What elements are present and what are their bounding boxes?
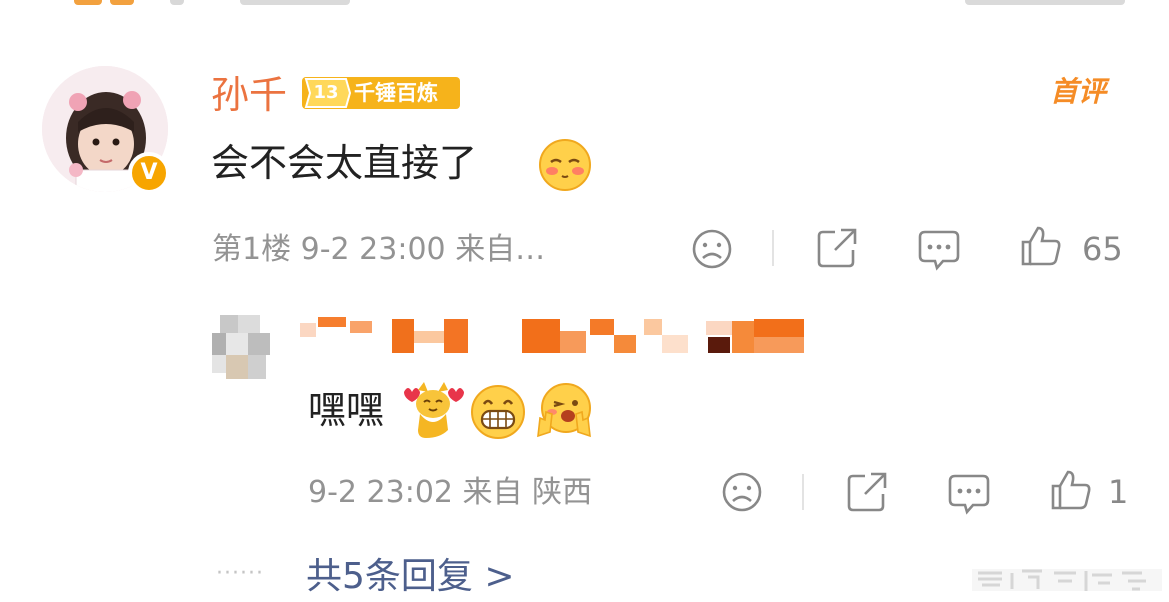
more-dots: ······ [216,561,264,586]
sad-face-icon[interactable] [690,227,734,271]
comment-meta: 第1楼 9-2 23:00 来自… [212,230,545,270]
level-title: 千锤百炼 [354,81,438,105]
comment-icon[interactable] [917,228,961,272]
reply-time: 9-2 23:02 [308,475,453,510]
reply-meta: 9-2 23:02 来自 陕西 [308,473,592,513]
comment-icon[interactable] [947,472,991,516]
sad-face-icon[interactable] [720,470,764,514]
share-icon[interactable] [815,226,859,270]
username[interactable]: 孙千 [211,72,287,118]
watermark [972,569,1162,591]
thumbs-up-icon[interactable] [1019,224,1063,268]
divider [802,474,804,510]
reply-avatar[interactable] [212,315,274,385]
cat-hearts-sticker-icon [404,382,464,438]
level-number: 13 [313,82,339,103]
thumbs-up-icon[interactable] [1049,468,1093,512]
comment-time: 9-2 23:00 [300,232,446,267]
blush-emoji-icon [539,139,591,191]
reply-username-pixelated[interactable] [300,317,810,357]
more-replies-link[interactable]: 共5条回复 > [306,554,515,600]
level-badge[interactable]: 13 千锤百炼 [302,75,460,111]
wink-peace-emoji-icon [537,383,591,438]
first-comment-badge: 首评 [1050,75,1107,108]
like-count: 65 [1082,230,1123,268]
comment-source: 来自… [455,232,546,267]
reply-text: 嘿嘿 [308,388,385,432]
verified-v-icon: V [128,152,170,194]
reply-like-count: 1 [1108,473,1129,511]
grin-emoji-icon [471,385,525,439]
top-cutoff-strip [0,0,1169,8]
floor-label: 第1楼 [212,232,292,267]
reply-source: 来自 陕西 [462,475,593,510]
comment-text: 会不会太直接了 [211,141,478,185]
share-icon[interactable] [845,470,889,514]
divider [772,230,774,266]
